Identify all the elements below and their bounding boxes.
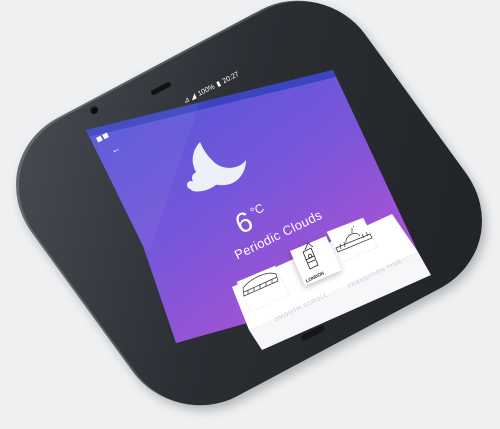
back-arrow-icon[interactable]: ← xyxy=(109,142,123,156)
battery-icon: ▮ xyxy=(215,80,223,89)
screen-overlay: ← ⊿ ◢ 100% ▮ 20:27 6°C Periodic Clouds L… xyxy=(0,0,500,408)
temperature-unit: °C xyxy=(248,200,267,220)
product-mockup-scene: ← ⊿ ◢ 100% ▮ 20:27 6°C Periodic Clouds L… xyxy=(0,0,500,429)
smooth-scroll-label[interactable]: SMOOTH SCROLL xyxy=(274,292,329,323)
battery-level: 100% xyxy=(196,82,216,98)
app-badge-icon xyxy=(96,132,109,143)
clock: 20:27 xyxy=(221,70,241,85)
transition-time-label[interactable]: TRANSITION TIME xyxy=(347,259,403,291)
city-card-label: LONDON xyxy=(305,270,325,284)
signal-icon: ⊿ ◢ xyxy=(182,92,198,106)
status-bar: ⊿ ◢ 100% ▮ 20:27 xyxy=(182,70,241,106)
